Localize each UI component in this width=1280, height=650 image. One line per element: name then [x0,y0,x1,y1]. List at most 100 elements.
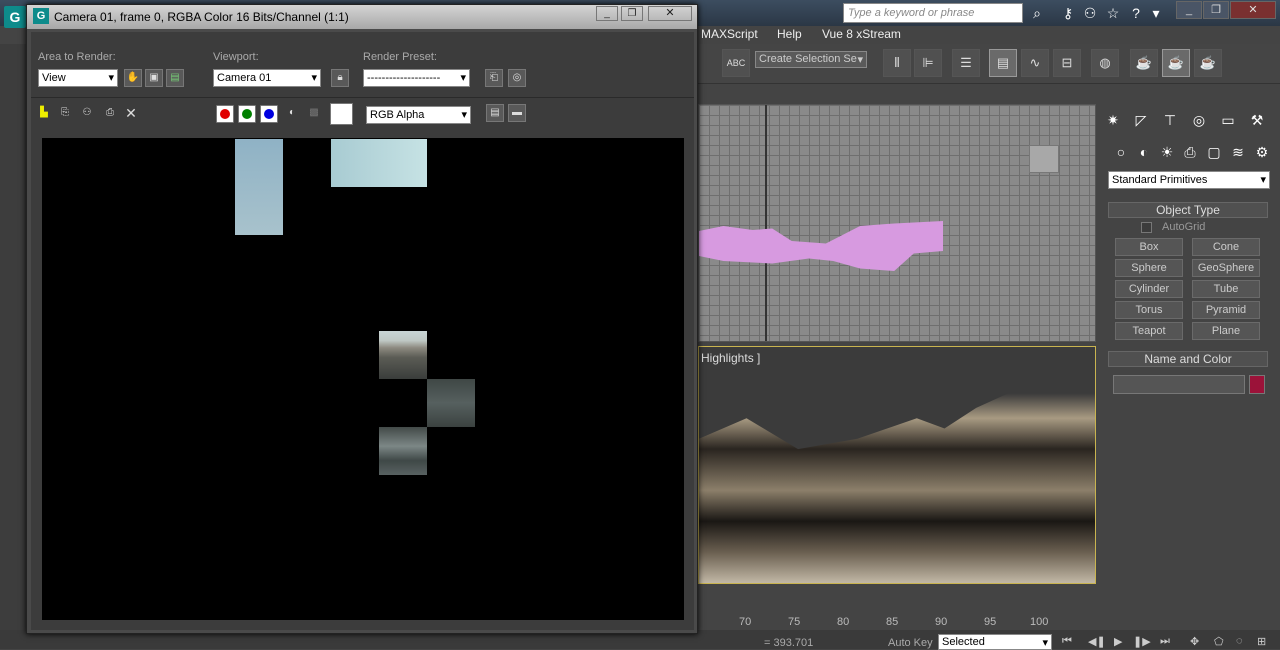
prev-frame-icon[interactable]: ◀❚ [1088,635,1106,648]
copy-image-icon[interactable]: ⎘ [56,105,74,123]
display-tab-icon[interactable]: ▭ [1218,110,1238,130]
schematic-view-icon[interactable]: ⊟ [1053,49,1081,77]
swatch-color[interactable] [330,103,353,125]
green-channel-toggle[interactable] [238,105,256,123]
menu-maxscript[interactable]: MAXScript [701,27,758,41]
play-icon[interactable]: ▶ [1114,635,1122,648]
modify-tab-icon[interactable]: ◸ [1131,110,1151,130]
viewport-dropdown[interactable]: Camera 01 [213,69,321,87]
box-button[interactable]: Box [1115,238,1183,256]
key-filter-dropdown[interactable]: Selected [938,634,1052,650]
go-end-icon[interactable]: ⏭ [1160,635,1170,648]
geometry-icon[interactable]: ○ [1111,142,1131,162]
object-name-field[interactable] [1113,375,1245,394]
orbit-icon[interactable]: ✥ [1190,635,1199,648]
align-icon[interactable]: ⊫ [914,49,942,77]
render-maximize-button[interactable]: ❐ [621,6,643,21]
selection-set-dropdown[interactable]: Create Selection Se [755,51,867,68]
binoculars-icon[interactable]: ⌕ [1027,3,1047,23]
ruler-tick: 95 [984,616,997,628]
spacewarps-icon[interactable]: ≋ [1228,142,1248,162]
menu-help[interactable]: Help [777,27,802,41]
rendered-frame-icon[interactable]: ☕ [1162,49,1190,77]
helpers-icon[interactable]: ▢ [1204,142,1224,162]
render-setup-icon[interactable]: ☕ [1130,49,1158,77]
clear-icon[interactable]: ✕ [122,105,140,123]
pan-icon[interactable]: ⬠ [1214,635,1224,648]
red-channel-toggle[interactable] [216,105,234,123]
channel-display-dropdown[interactable]: RGB Alpha [366,106,471,124]
utilities-tab-icon[interactable]: ⚒ [1247,110,1267,130]
hierarchy-tab-icon[interactable]: ⊤ [1160,110,1180,130]
lock-icon[interactable]: 🔒︎ [331,69,349,87]
help-icon[interactable]: ? [1126,3,1146,23]
render-canvas[interactable] [42,138,684,620]
clone-window-icon[interactable]: ⚇ [78,105,96,123]
close-button[interactable]: ✕ [1230,1,1276,19]
alpha-toggle-icon[interactable]: ◐ [283,105,301,123]
render-preset-dropdown[interactable]: -------------------- [363,69,470,87]
torus-button[interactable]: Torus [1115,301,1183,319]
pan-hand-icon[interactable]: ✋ [124,69,142,87]
area-to-render-dropdown[interactable]: View [38,69,118,87]
tube-button[interactable]: Tube [1192,280,1260,298]
create-tab-icon[interactable]: ✷ [1103,110,1123,130]
shapes-icon[interactable]: ◐ [1134,142,1154,162]
sphere-button[interactable]: Sphere [1115,259,1183,277]
object-color-swatch[interactable] [1249,375,1265,394]
autogrid-checkbox[interactable] [1141,222,1152,233]
auto-region-icon[interactable]: ▤ [166,69,184,87]
toggle-ui-icon[interactable]: ▬ [508,104,526,122]
key-icon[interactable]: ⚷ [1058,3,1078,23]
render-close-button[interactable]: ✕ [648,6,692,21]
viewport-label[interactable]: Highlights ] [701,351,760,365]
motion-tab-icon[interactable]: ◎ [1189,110,1209,130]
terrain-object[interactable] [699,221,943,271]
environment-effects-icon[interactable]: ◎ [508,69,526,87]
geosphere-button[interactable]: GeoSphere [1192,259,1260,277]
maximize-button[interactable]: ❐ [1203,1,1229,19]
render-minimize-button[interactable]: _ [596,6,618,21]
pyramid-button[interactable]: Pyramid [1192,301,1260,319]
go-start-icon[interactable]: ⏮ [1062,635,1072,648]
cameras-icon[interactable]: ⎙ [1180,142,1200,162]
object-type-header[interactable]: Object Type [1108,202,1268,218]
cylinder-button[interactable]: Cylinder [1115,280,1183,298]
material-editor-icon[interactable]: ◍ [1091,49,1119,77]
primitive-type-dropdown[interactable]: Standard Primitives [1108,171,1270,189]
render-setup-icon[interactable]: ⎗ [485,69,503,87]
scene-explorer-icon[interactable]: ▤ [989,49,1017,77]
render-production-icon[interactable]: ☕ [1194,49,1222,77]
search-input[interactable]: Type a keyword or phrase [843,3,1023,23]
region-icon[interactable]: ▣ [145,69,163,87]
monochrome-toggle-icon[interactable]: ▩ [305,105,323,123]
print-icon[interactable]: ⎙ [101,105,119,123]
auto-key-button[interactable]: Auto Key [888,637,933,649]
save-image-icon[interactable]: ▙ [35,105,53,123]
star-icon[interactable]: ☆ [1103,3,1123,23]
viewcube-icon[interactable] [1029,145,1059,173]
layer-manager-icon[interactable]: ☰ [952,49,980,77]
minimize-button[interactable]: _ [1176,1,1202,19]
cone-button[interactable]: Cone [1192,238,1260,256]
systems-icon[interactable]: ⚙ [1252,142,1272,162]
name-color-header[interactable]: Name and Color [1108,351,1268,367]
mirror-icon[interactable]: ⫴ [883,49,911,77]
teapot-button[interactable]: Teapot [1115,322,1183,340]
maximize-viewport-icon[interactable]: ⊞ [1257,635,1266,648]
text-tool-icon[interactable]: ABC [722,49,750,77]
lights-icon[interactable]: ☀ [1157,142,1177,162]
next-frame-icon[interactable]: ❚▶ [1133,635,1151,648]
coordinate-readout[interactable]: = 393.701 [764,637,813,649]
blue-channel-toggle[interactable] [260,105,278,123]
menu-vue[interactable]: Vue 8 xStream [822,27,901,41]
toggle-ui-overlay-icon[interactable]: ▤ [486,104,504,122]
user-icon[interactable]: ⚇ [1080,3,1100,23]
plane-button[interactable]: Plane [1192,322,1260,340]
top-viewport[interactable] [698,104,1096,342]
chevron-down-icon[interactable]: ▾ [1146,3,1166,23]
curve-editor-icon[interactable]: ∿ [1021,49,1049,77]
camera-viewport[interactable]: Highlights ] [698,346,1096,584]
zoom-icon[interactable]: ◌ [1236,635,1243,647]
max-logo-icon[interactable]: G [4,6,26,28]
